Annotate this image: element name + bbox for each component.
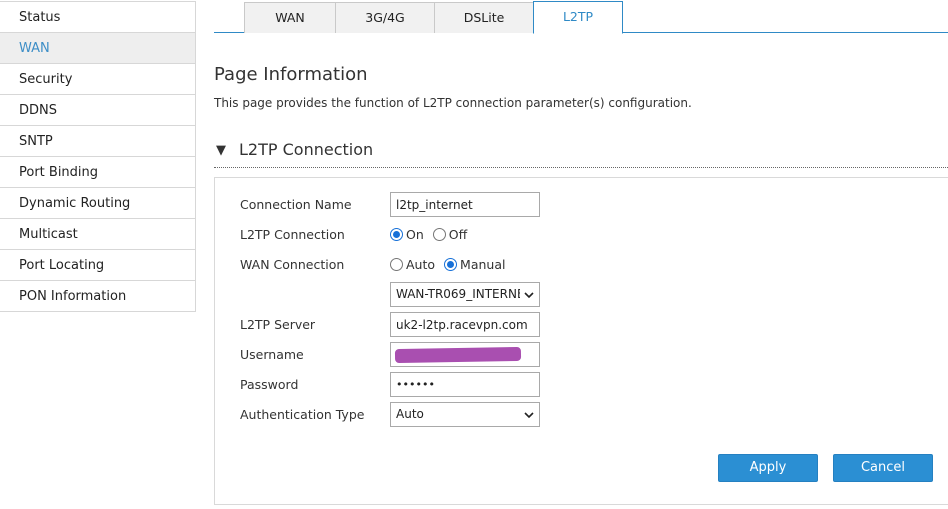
sidebar-item-ddns[interactable]: DDNS	[0, 94, 195, 125]
sidebar: Status WAN Security DDNS SNTP Port Bindi…	[0, 1, 196, 312]
connection-name-label: Connection Name	[240, 197, 352, 212]
wan-manual-label: Manual	[460, 257, 506, 272]
tab-wan[interactable]: WAN	[244, 2, 336, 33]
sidebar-item-sntp[interactable]: SNTP	[0, 125, 195, 156]
chevron-down-icon	[524, 292, 534, 299]
l2tp-on-radio[interactable]	[390, 228, 403, 241]
sidebar-item-port-binding[interactable]: Port Binding	[0, 156, 195, 187]
sidebar-item-pon-information[interactable]: PON Information	[0, 280, 195, 311]
cancel-button[interactable]: Cancel	[833, 454, 933, 482]
tab-dslite[interactable]: DSLite	[434, 2, 534, 33]
password-input[interactable]: ••••••	[390, 372, 540, 397]
collapse-triangle-icon[interactable]: ▼	[216, 143, 226, 158]
tab-bar: WAN 3G/4G DSLite L2TP	[214, 0, 948, 34]
sidebar-item-multicast[interactable]: Multicast	[0, 218, 195, 249]
page-description: This page provides the function of L2TP …	[214, 96, 692, 110]
l2tp-form-panel: Connection Name L2TP Connection On Off W…	[214, 177, 948, 505]
l2tp-connection-label: L2TP Connection	[240, 227, 345, 242]
wan-auto-radio[interactable]	[390, 258, 403, 271]
wan-interface-select[interactable]: WAN-TR069_INTERNET	[390, 282, 540, 307]
password-masked-value: ••••••	[396, 378, 435, 391]
section-title: L2TP Connection	[239, 140, 374, 159]
auth-type-value: Auto	[396, 407, 424, 421]
l2tp-connection-radio-group: On Off	[390, 227, 476, 242]
auth-type-label: Authentication Type	[240, 407, 365, 422]
l2tp-server-input[interactable]	[390, 312, 540, 337]
username-label: Username	[240, 347, 304, 362]
password-label: Password	[240, 377, 299, 392]
l2tp-server-label: L2TP Server	[240, 317, 316, 332]
sidebar-item-wan[interactable]: WAN	[0, 32, 195, 63]
wan-manual-radio[interactable]	[444, 258, 458, 271]
l2tp-on-label: On	[406, 227, 424, 242]
sidebar-item-port-locating[interactable]: Port Locating	[0, 249, 195, 280]
sidebar-item-dynamic-routing[interactable]: Dynamic Routing	[0, 187, 195, 218]
page-title: Page Information	[214, 64, 368, 85]
tab-3g-4g[interactable]: 3G/4G	[335, 2, 435, 33]
tab-l2tp[interactable]: L2TP	[533, 1, 623, 34]
sidebar-item-security[interactable]: Security	[0, 63, 195, 94]
redaction-mark	[394, 346, 522, 364]
sidebar-item-status[interactable]: Status	[0, 1, 195, 32]
username-input[interactable]	[390, 342, 540, 367]
section-header[interactable]: ▼ L2TP Connection	[214, 140, 948, 168]
l2tp-off-label: Off	[448, 227, 468, 242]
wan-auto-label: Auto	[406, 257, 436, 272]
apply-button[interactable]: Apply	[718, 454, 818, 482]
chevron-down-icon	[524, 412, 534, 419]
wan-connection-radio-group: Auto Manual	[390, 257, 514, 272]
connection-name-input[interactable]	[390, 192, 540, 217]
auth-type-select[interactable]: Auto	[390, 402, 540, 427]
wan-interface-value: WAN-TR069_INTERNET	[396, 287, 520, 301]
wan-connection-label: WAN Connection	[240, 257, 345, 272]
l2tp-off-radio[interactable]	[432, 228, 446, 241]
